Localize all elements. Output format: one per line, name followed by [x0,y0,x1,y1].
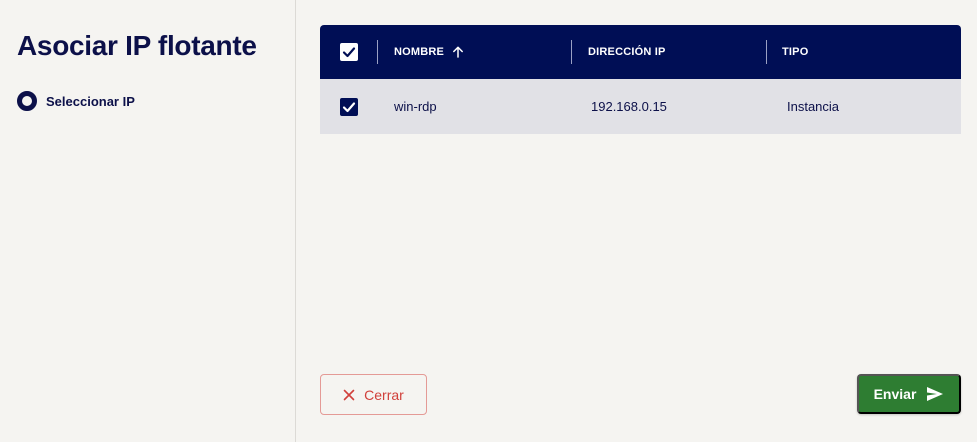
wizard-sidebar: Asociar IP flotante Seleccionar IP [0,0,296,442]
column-header-direccion-ip[interactable]: DIRECCIÓN IP [588,25,666,79]
column-header-tipo[interactable]: TIPO [782,25,808,79]
table-header: NOMBRE DIRECCIÓN IP TIPO [320,25,961,79]
column-header-label: DIRECCIÓN IP [588,46,666,58]
close-button[interactable]: Cerrar [320,374,427,415]
cell-direccion-ip: 192.168.0.15 [591,79,667,134]
row-checkbox[interactable] [340,97,358,116]
send-icon [927,387,944,401]
wizard-step-select-ip[interactable]: Seleccionar IP [17,91,135,111]
cell-nombre: win-rdp [394,79,437,134]
dialog-title: Asociar IP flotante [17,30,257,61]
close-button-label: Cerrar [364,386,404,403]
check-icon [342,101,356,112]
check-icon [342,47,356,58]
column-header-label: TIPO [782,46,809,58]
column-divider [766,40,767,64]
select-all-checkbox[interactable] [340,43,358,61]
close-icon [343,389,355,400]
wizard-step-label: Seleccionar IP [46,93,135,109]
associate-floating-ip-dialog: Asociar IP flotante Seleccionar IP NOMBR… [0,0,977,442]
sort-ascending-icon [452,46,464,58]
select-all-cell [340,25,358,79]
row-select-cell [340,79,358,134]
send-button[interactable]: Enviar [857,374,961,414]
cell-tipo: Instancia [787,79,839,134]
table-row[interactable]: win-rdp 192.168.0.15 Instancia [320,79,961,134]
column-header-nombre[interactable]: NOMBRE [394,25,464,79]
column-divider [377,40,378,64]
cell-text: 192.168.0.15 [591,99,667,114]
send-button-label: Enviar [873,386,917,402]
cell-text: Instancia [787,99,840,114]
cell-text: win-rdp [394,99,437,114]
active-step-icon [17,91,37,111]
column-header-label: NOMBRE [394,46,445,58]
column-divider [571,40,572,64]
ip-table: NOMBRE DIRECCIÓN IP TIPO win-rdp 192.168… [320,25,961,134]
